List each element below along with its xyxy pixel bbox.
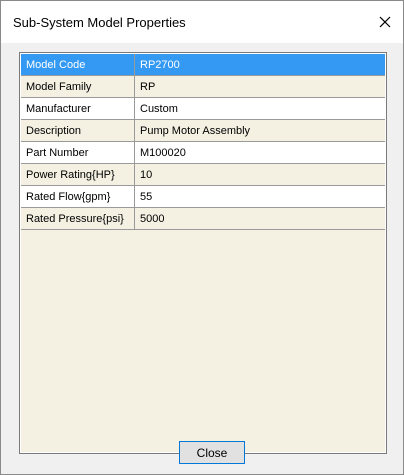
dialog-title: Sub-System Model Properties — [13, 15, 186, 30]
property-value[interactable]: 5000 — [135, 208, 385, 230]
close-button[interactable]: Close — [179, 441, 245, 464]
property-value[interactable]: Pump Motor Assembly — [135, 120, 385, 142]
property-grid-body: Model Code RP2700 Model Family RP Manufa… — [21, 54, 385, 452]
property-row-manufacturer[interactable]: Manufacturer Custom — [21, 98, 385, 120]
property-name: Rated Pressure{psi} — [21, 208, 135, 230]
property-name: Model Code — [21, 54, 135, 76]
property-row-model-family[interactable]: Model Family RP — [21, 76, 385, 98]
property-value[interactable]: Custom — [135, 98, 385, 120]
dialog-window: Sub-System Model Properties Model Code R… — [0, 0, 404, 475]
property-row-rated-flow[interactable]: Rated Flow{gpm} 55 — [21, 186, 385, 208]
property-row-model-code[interactable]: Model Code RP2700 — [21, 54, 385, 76]
property-name: Part Number — [21, 142, 135, 164]
property-value[interactable]: M100020 — [135, 142, 385, 164]
property-name: Rated Flow{gpm} — [21, 186, 135, 208]
property-value[interactable]: RP2700 — [135, 54, 385, 76]
title-bar: Sub-System Model Properties — [1, 1, 403, 43]
property-value[interactable]: 55 — [135, 186, 385, 208]
property-name: Description — [21, 120, 135, 142]
property-row-power-rating[interactable]: Power Rating{HP} 10 — [21, 164, 385, 186]
property-value[interactable]: RP — [135, 76, 385, 98]
property-name: Model Family — [21, 76, 135, 98]
property-name: Manufacturer — [21, 98, 135, 120]
property-grid: Model Code RP2700 Model Family RP Manufa… — [19, 52, 387, 454]
property-row-description[interactable]: Description Pump Motor Assembly — [21, 120, 385, 142]
property-row-part-number[interactable]: Part Number M100020 — [21, 142, 385, 164]
close-icon[interactable] — [367, 5, 403, 39]
property-row-rated-pressure[interactable]: Rated Pressure{psi} 5000 — [21, 208, 385, 230]
property-name: Power Rating{HP} — [21, 164, 135, 186]
property-value[interactable]: 10 — [135, 164, 385, 186]
